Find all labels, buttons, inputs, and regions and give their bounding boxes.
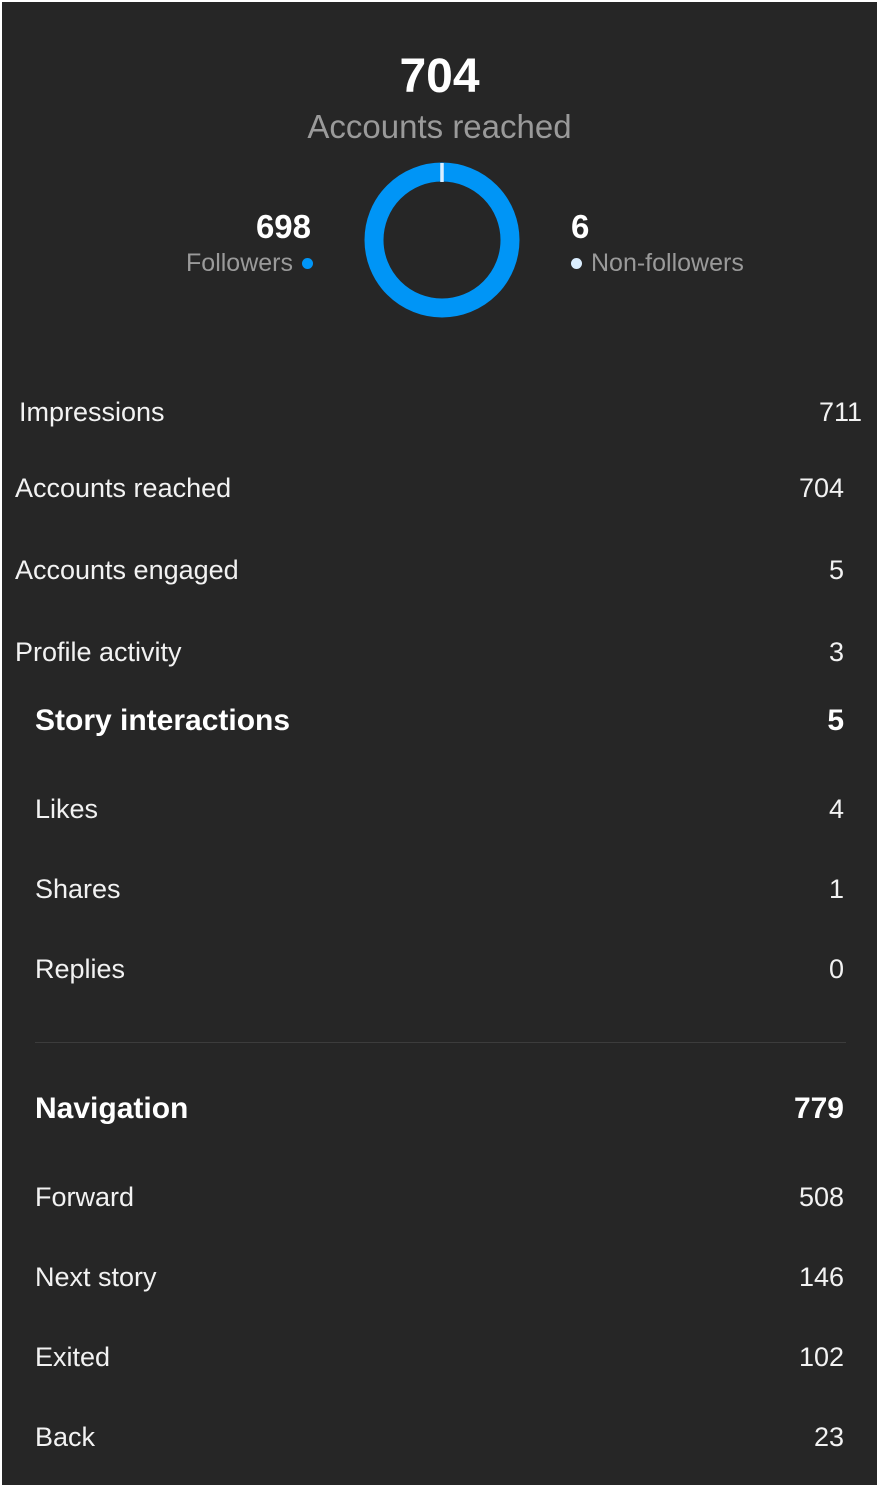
non-followers-legend-label: Non-followers	[591, 249, 744, 277]
followers-count: 698	[255, 208, 311, 245]
accounts-reached-heading: Accounts reached	[307, 108, 572, 145]
navigation-row-back: Back 23	[35, 1420, 844, 1454]
section-divider	[35, 1042, 846, 1043]
non-followers-legend: Non-followers	[571, 248, 744, 278]
non-followers-count: 6	[571, 208, 590, 245]
metric-label: Accounts reached	[15, 473, 232, 503]
story-row-shares: Shares 1	[35, 872, 844, 906]
row-label: Replies	[35, 954, 126, 984]
story-interactions-header: Story interactions 5	[35, 704, 844, 738]
section-total: 5	[827, 704, 844, 737]
navigation-row-next-story: Next story 146	[35, 1260, 844, 1294]
section-title: Navigation	[35, 1092, 189, 1125]
row-label: Back	[35, 1422, 96, 1452]
section-title: Story interactions	[35, 704, 291, 737]
reach-donut-chart	[364, 162, 520, 318]
metric-row-accounts-engaged: Accounts engaged 5	[15, 553, 844, 587]
row-value: 4	[828, 794, 844, 824]
metric-value: 3	[828, 637, 844, 667]
followers-legend: Followers	[186, 248, 313, 278]
metric-value: 5	[828, 555, 844, 585]
metric-label: Accounts engaged	[15, 555, 239, 585]
metric-label: Impressions	[19, 397, 165, 427]
navigation-row-exited: Exited 102	[35, 1340, 844, 1374]
row-value: 23	[813, 1422, 844, 1452]
metric-row-accounts-reached: Accounts reached 704	[15, 471, 844, 505]
story-row-replies: Replies 0	[35, 952, 844, 986]
row-value: 102	[798, 1342, 844, 1372]
row-label: Shares	[35, 874, 121, 904]
row-value: 0	[828, 954, 844, 984]
insights-screen: 704 Accounts reached 698 Followers 6 Non…	[2, 2, 877, 1485]
row-value: 146	[798, 1262, 844, 1292]
section-total: 779	[793, 1092, 844, 1125]
row-label: Forward	[35, 1182, 135, 1212]
metric-label: Profile activity	[15, 637, 182, 667]
accounts-reached-total: 704	[399, 50, 480, 103]
row-value: 508	[798, 1182, 844, 1212]
row-label: Next story	[35, 1262, 157, 1292]
non-followers-dot-icon	[571, 257, 582, 269]
row-label: Exited	[35, 1342, 111, 1372]
donut-followers-arc	[364, 162, 520, 318]
row-value: 1	[828, 874, 844, 904]
navigation-row-forward: Forward 508	[35, 1180, 844, 1214]
followers-dot-icon	[302, 257, 313, 269]
metric-row-profile-activity: Profile activity 3	[15, 635, 844, 669]
metric-row-impressions: Impressions 711	[19, 395, 862, 429]
followers-legend-label: Followers	[186, 249, 293, 277]
metric-value: 711	[818, 397, 862, 427]
story-row-likes: Likes 4	[35, 792, 844, 826]
navigation-header: Navigation 779	[35, 1092, 844, 1126]
metric-value: 704	[798, 473, 844, 503]
row-label: Likes	[35, 794, 99, 824]
